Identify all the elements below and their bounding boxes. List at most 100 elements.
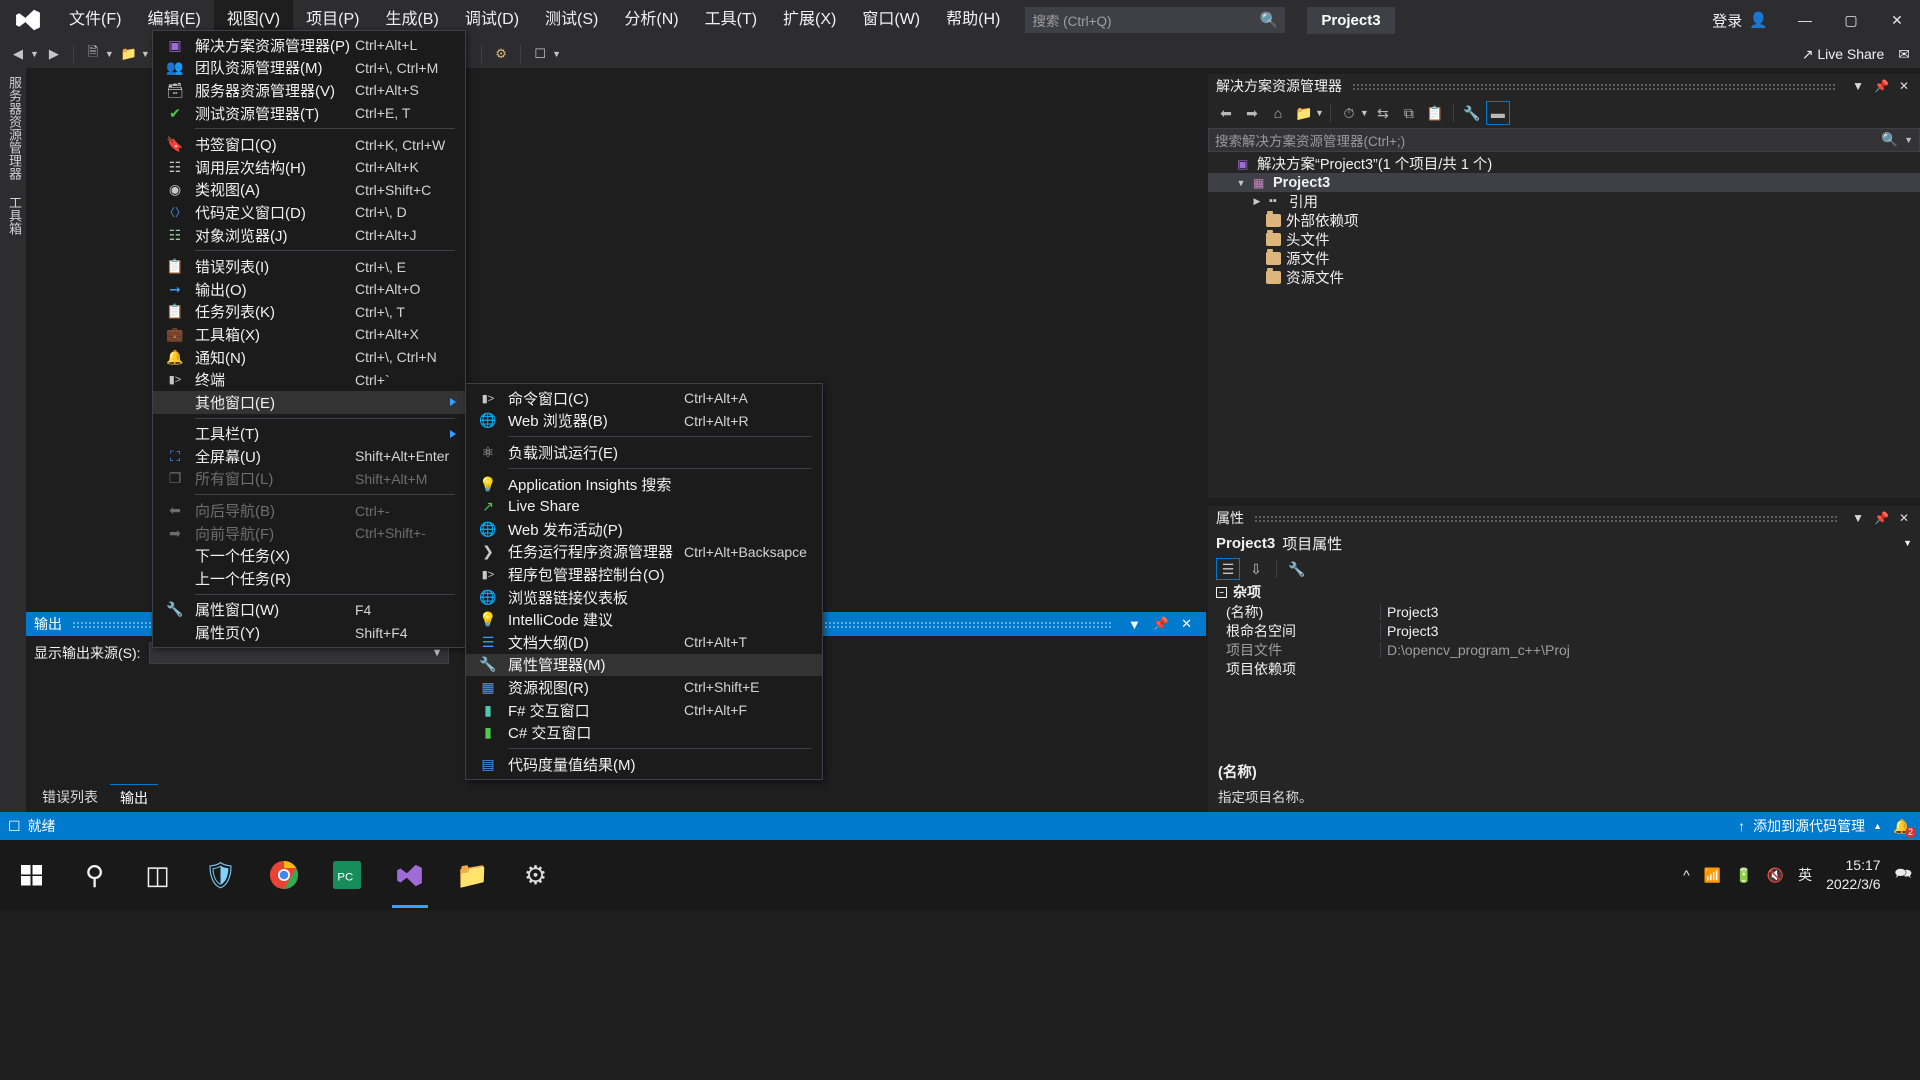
pin-icon[interactable]: 📌 — [1869, 511, 1894, 525]
properties-window-icon[interactable]: ▬ — [1485, 101, 1510, 125]
property-row-project-file[interactable]: 项目文件 D:\opencv_program_c++\Proj — [1208, 640, 1920, 659]
notifications-button[interactable]: 🔔 2 — [1890, 815, 1916, 838]
submenu-item-live-share[interactable]: ↗ Live Share — [466, 495, 822, 518]
submenu-item-load-test-run[interactable]: ⚛ 负载测试运行(E) — [466, 441, 822, 464]
solution-explorer-search-input[interactable]: 搜索解决方案资源管理器(Ctrl+;) 🔍 ▼ — [1208, 128, 1920, 152]
chevron-down-icon[interactable]: ▼ — [1903, 538, 1912, 548]
chevron-up-icon[interactable]: ▲ — [1873, 821, 1882, 831]
submenu-item-fsharp-interactive[interactable]: ▮ F# 交互窗口 Ctrl+Alt+F — [466, 699, 822, 722]
menu-item-object-browser[interactable]: ☷ 对象浏览器(J) Ctrl+Alt+J — [153, 224, 465, 247]
live-share-button[interactable]: ↗ Live Share — [1802, 46, 1885, 63]
tab-error-list[interactable]: 错误列表 — [32, 784, 108, 810]
twisty-expanded-icon[interactable]: ▼ — [1234, 178, 1248, 188]
minimize-button[interactable]: — — [1782, 0, 1828, 40]
menu-item-toolbars[interactable]: 工具栏(T) — [153, 423, 465, 446]
submenu-item-app-insights-search[interactable]: 💡 Application Insights 搜索 — [466, 473, 822, 496]
menu-item-toolbox[interactable]: 💼 工具箱(X) Ctrl+Alt+X — [153, 323, 465, 346]
nav-back-dropdown-icon[interactable]: ▼ — [30, 49, 39, 59]
menu-item-code-definition-window[interactable]: 〈〉 代码定义窗口(D) Ctrl+\, D — [153, 201, 465, 224]
windows-security[interactable]: 🛡 — [189, 840, 252, 910]
action-center-icon[interactable]: 🗪 — [1895, 863, 1912, 887]
source-control-label[interactable]: 添加到源代码管理 — [1753, 816, 1865, 836]
tree-node-references[interactable]: ▶ ▪▪ 引用 — [1208, 192, 1920, 211]
submenu-item-web-publish-activity[interactable]: 🌐 Web 发布活动(P) — [466, 518, 822, 541]
menu-item-next-task[interactable]: 下一个任务(X) — [153, 544, 465, 567]
tree-node-solution[interactable]: ▣ 解决方案“Project3”(1 个项目/共 1 个) — [1208, 154, 1920, 173]
rail-tab-toolbox[interactable]: 工具箱 — [0, 188, 29, 243]
submenu-item-intellicode-suggestions[interactable]: 💡 IntelliCode 建议 — [466, 608, 822, 631]
pin-icon[interactable]: 📌 — [1869, 79, 1894, 93]
feedback-icon[interactable]: ✉ — [1898, 46, 1910, 63]
chevron-down-icon[interactable]: ▼ — [1315, 108, 1324, 118]
close-icon[interactable]: ✕ — [1894, 79, 1914, 93]
alphabetical-icon[interactable]: ⇩ — [1244, 558, 1268, 580]
pending-changes-icon[interactable]: ⏱ — [1337, 101, 1361, 125]
new-project-icon[interactable]: 🗎 — [81, 43, 105, 65]
menu-extensions[interactable]: 扩展(X) — [770, 0, 849, 40]
open-file-dropdown-icon[interactable]: ▼ — [141, 49, 150, 59]
submenu-item-resource-view[interactable]: ▦ 资源视图(R) Ctrl+Shift+E — [466, 676, 822, 699]
close-button[interactable]: ✕ — [1874, 0, 1920, 40]
start-button[interactable] — [0, 840, 63, 910]
submenu-item-browser-link-dashboard[interactable]: 🌐 浏览器链接仪表板 — [466, 586, 822, 609]
home-icon[interactable]: ⌂ — [1266, 101, 1290, 125]
menu-item-property-pages[interactable]: 属性页(Y) Shift+F4 — [153, 621, 465, 644]
categorized-icon[interactable]: ☰ — [1216, 558, 1240, 580]
tree-node-resource-files[interactable]: 资源文件 — [1208, 268, 1920, 287]
wrench-icon[interactable]: 🔧 — [1460, 101, 1484, 125]
pin-icon[interactable]: 📌 — [1147, 616, 1175, 632]
preview-icon[interactable]: ☐ — [528, 43, 552, 65]
properties-subject-row[interactable]: Project3 项目属性 ▼ — [1208, 530, 1920, 556]
volume-mute-icon[interactable]: 🔇 — [1767, 867, 1784, 884]
tab-output[interactable]: 输出 — [110, 783, 158, 811]
menu-item-properties-window[interactable]: 🔧 属性窗口(W) F4 — [153, 599, 465, 622]
chevron-down-icon[interactable]: ▼ — [1360, 108, 1369, 118]
menu-file[interactable]: 文件(F) — [56, 0, 134, 40]
menu-item-team-explorer[interactable]: 👥 团队资源管理器(M) Ctrl+\, Ctrl+M — [153, 57, 465, 80]
submenu-item-code-metrics-results[interactable]: ▤ 代码度量值结果(M) — [466, 753, 822, 776]
ime-label[interactable]: 英 — [1798, 865, 1812, 885]
settings[interactable]: ⚙ — [504, 840, 567, 910]
menu-item-output[interactable]: ➞ 输出(O) Ctrl+Alt+O — [153, 278, 465, 301]
chevron-down-icon[interactable]: ▼ — [1847, 511, 1869, 525]
chevron-down-icon[interactable]: ▼ — [1904, 135, 1913, 145]
menu-item-terminal[interactable]: ▮> 终端 Ctrl+` — [153, 368, 465, 391]
tree-node-project3[interactable]: ▼ ▦ Project3 — [1208, 173, 1920, 192]
chevron-up-icon[interactable]: ^ — [1683, 867, 1690, 883]
collapse-icon[interactable]: − — [1216, 586, 1227, 598]
menu-item-full-screen[interactable]: ⛶ 全屏幕(U) Shift+Alt+Enter — [153, 445, 465, 468]
forward-icon[interactable]: ➡ — [1240, 101, 1264, 125]
submenu-item-csharp-interactive[interactable]: ▮ C# 交互窗口 — [466, 721, 822, 744]
pycharm[interactable]: PC — [315, 840, 378, 910]
menu-item-solution-explorer[interactable]: ▣ 解决方案资源管理器(P) Ctrl+Alt+L — [153, 34, 465, 57]
sync-icon[interactable]: ⇆ — [1371, 101, 1395, 125]
global-search-input[interactable]: 搜索 (Ctrl+Q) 🔍 — [1025, 7, 1286, 33]
submenu-item-document-outline[interactable]: ☰ 文档大纲(D) Ctrl+Alt+T — [466, 631, 822, 654]
twisty-collapsed-icon[interactable]: ▶ — [1250, 196, 1264, 207]
new-project-dropdown-icon[interactable]: ▼ — [105, 49, 114, 59]
menu-tools[interactable]: 工具(T) — [692, 0, 770, 40]
collapse-all-icon[interactable]: ⧉ — [1397, 101, 1421, 125]
open-file-icon[interactable]: 📁 — [117, 43, 141, 65]
back-icon[interactable]: ⬅ — [1214, 101, 1238, 125]
drag-dots[interactable] — [1254, 514, 1838, 522]
property-value[interactable]: Project3 — [1380, 622, 1920, 639]
menu-item-call-hierarchy[interactable]: ☷ 调用层次结构(H) Ctrl+Alt+K — [153, 156, 465, 179]
property-value[interactable]: Project3 — [1380, 603, 1920, 620]
menu-item-test-explorer[interactable]: ✔ 测试资源管理器(T) Ctrl+E, T — [153, 102, 465, 125]
maximize-button[interactable]: ▢ — [1828, 0, 1874, 40]
nav-back-icon[interactable]: ◀ — [6, 43, 30, 65]
property-row-name[interactable]: (名称) Project3 — [1208, 602, 1920, 621]
menu-item-previous-task[interactable]: 上一个任务(R) — [153, 567, 465, 590]
properties-category-row[interactable]: − 杂项 — [1208, 582, 1920, 602]
google-chrome[interactable] — [252, 840, 315, 910]
active-project-pill[interactable]: Project3 — [1307, 6, 1395, 34]
toolbar-overflow-icon[interactable]: ▼ — [552, 49, 561, 59]
property-pages-icon[interactable]: 🔧 — [1285, 558, 1309, 580]
properties-copy-icon[interactable]: 📋 — [1423, 101, 1447, 125]
submenu-item-package-manager-console[interactable]: ▮> 程序包管理器控制台(O) — [466, 563, 822, 586]
close-icon[interactable]: ✕ — [1175, 616, 1198, 632]
property-row-project-dependencies[interactable]: 项目依赖项 — [1208, 659, 1920, 678]
close-icon[interactable]: ✕ — [1894, 511, 1914, 525]
menu-item-error-list[interactable]: 📋 错误列表(I) Ctrl+\, E — [153, 255, 465, 278]
